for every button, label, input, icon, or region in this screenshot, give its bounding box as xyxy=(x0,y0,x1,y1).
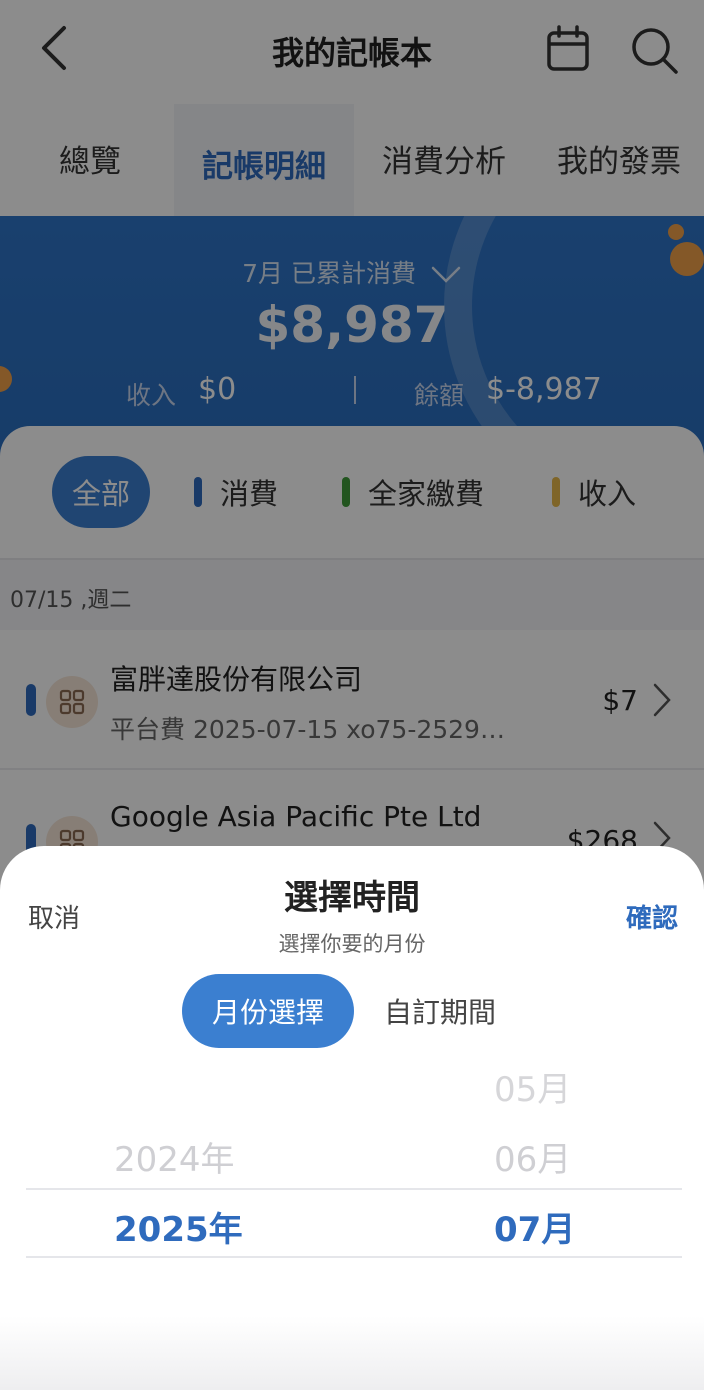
sheet-subtitle: 選擇你要的月份 xyxy=(278,932,426,956)
date-picker-sheet: 取消 選擇時間 確認 選擇你要的月份 月份選擇 自訂期間 2024年 2025年… xyxy=(0,846,704,1390)
bottom-fade xyxy=(0,1316,704,1390)
year-option[interactable]: 2024年 xyxy=(114,1132,235,1181)
tab-custom-period[interactable]: 自訂期間 xyxy=(372,974,508,1048)
month-option-selected[interactable]: 07月 xyxy=(494,1202,575,1251)
month-option[interactable]: 06月 xyxy=(494,1132,571,1181)
picker-selection-line-top xyxy=(26,1188,682,1190)
picker-selection-line-bottom xyxy=(26,1256,682,1258)
year-option-selected[interactable]: 2025年 xyxy=(114,1202,243,1251)
month-option[interactable]: 05月 xyxy=(494,1062,571,1111)
tab-month-select[interactable]: 月份選擇 xyxy=(182,974,354,1048)
sheet-title: 選擇時間 xyxy=(284,878,420,918)
